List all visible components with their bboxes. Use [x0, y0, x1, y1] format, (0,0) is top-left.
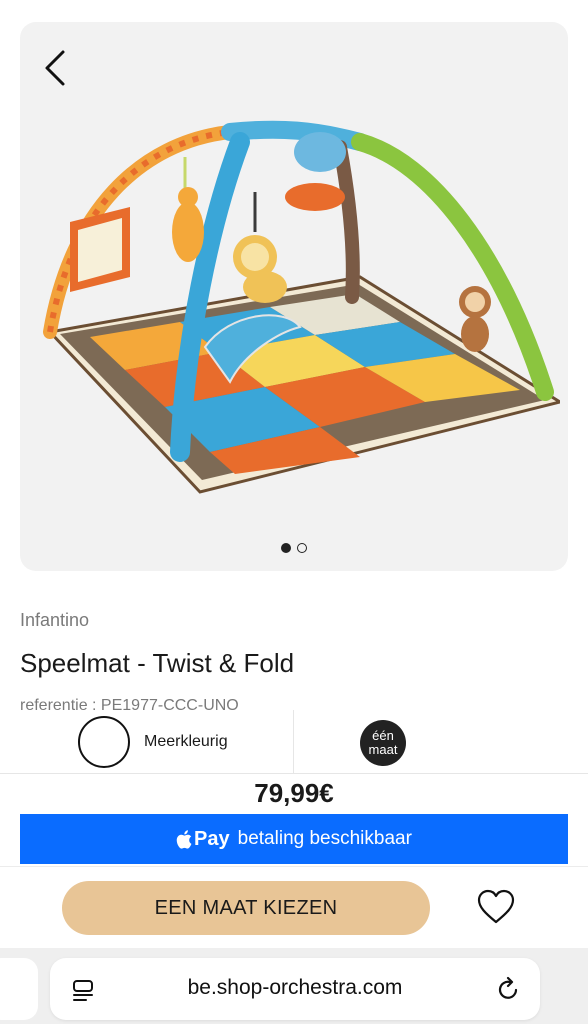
size-line-1: één [372, 728, 394, 743]
product-brand[interactable]: Infantino [20, 610, 89, 631]
browser-toolbar: be.shop-orchestra.com [0, 948, 588, 1024]
apple-icon [176, 829, 192, 849]
previous-tab-peek[interactable] [0, 958, 38, 1020]
product-options: Meerkleurig één maat [0, 710, 588, 774]
apple-pay-label: betaling beschikbaar [237, 828, 412, 849]
gallery-dot[interactable] [297, 543, 307, 553]
product-image-gallery[interactable] [20, 22, 568, 571]
color-selector[interactable]: Meerkleurig [0, 710, 293, 774]
color-swatch [78, 716, 130, 768]
heart-icon [477, 889, 515, 924]
size-selector[interactable]: één maat [360, 720, 406, 766]
apple-pay-logo: Pay [176, 828, 230, 851]
apple-pay-logo-text: Pay [194, 827, 230, 850]
product-price: 79,99€ [254, 778, 334, 808]
product-image [43, 120, 560, 494]
apple-pay-banner[interactable]: Pay betaling beschikbaar [20, 814, 568, 864]
chevron-left-icon [45, 50, 65, 86]
gallery-dot-active[interactable] [281, 543, 291, 553]
address-bar[interactable]: be.shop-orchestra.com [50, 958, 540, 1020]
wishlist-button[interactable] [474, 885, 518, 929]
product-title: Speelmat - Twist & Fold [20, 648, 295, 678]
reader-mode-icon[interactable] [70, 977, 96, 1003]
options-divider [293, 710, 294, 774]
gallery-pagination [20, 543, 568, 553]
back-button[interactable] [34, 48, 74, 88]
add-to-cart-bar: EEN MAAT KIEZEN [0, 866, 588, 948]
product-reference: referentie : PE1977-CCC-UNO [20, 697, 239, 710]
size-line-2: maat [368, 742, 398, 757]
color-label: Meerkleurig [144, 733, 228, 750]
reload-icon[interactable] [496, 976, 522, 1002]
choose-size-button[interactable]: EEN MAAT KIEZEN [62, 881, 430, 935]
url-text[interactable]: be.shop-orchestra.com [106, 976, 484, 1000]
